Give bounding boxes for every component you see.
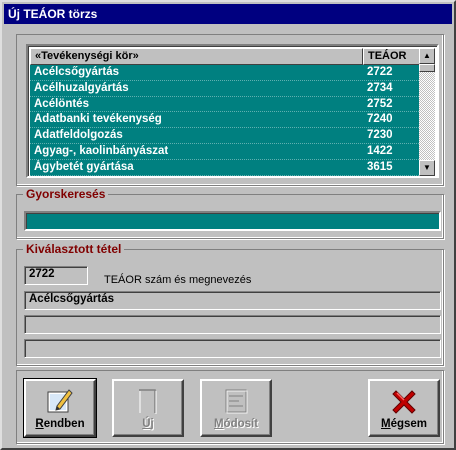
teaor-code-field[interactable]: 2722 [24, 266, 88, 285]
scroll-down-arrow-icon[interactable]: ▼ [419, 160, 435, 176]
teaor-code-cell: 2752 [367, 97, 393, 110]
cancel-button-label: Mégsem [380, 418, 428, 430]
activity-name-cell: Agyag-, kaolinbányászat [34, 144, 169, 157]
modify-button[interactable]: Módosít [200, 379, 272, 437]
list-scrollbar[interactable]: ▲ ▼ [419, 48, 435, 176]
search-group-label: Gyorskeresés [23, 187, 109, 201]
pencil-check-icon [47, 389, 73, 413]
ok-button[interactable]: Rendben [23, 378, 97, 438]
quick-search-input[interactable] [24, 211, 441, 231]
extra-field-1[interactable] [24, 315, 441, 334]
extra-field-2[interactable] [24, 339, 441, 358]
list-item[interactable]: Ágybetét gyártása 3615 [30, 160, 421, 176]
list-item[interactable]: Acélcsőgyártás 2722 [30, 65, 421, 81]
teaor-code-cell: 7230 [367, 129, 393, 142]
column-header-teaor[interactable]: TEÁOR [363, 48, 421, 65]
teaor-code-cell: 3615 [367, 160, 393, 173]
teaor-code-cell: 1422 [367, 144, 393, 157]
activity-name-cell: Adatfeldolgozás [34, 129, 123, 142]
column-header-activity[interactable]: «Tevékenységi kör» [30, 48, 363, 65]
activity-name-cell: Ágybetét gyártása [34, 160, 134, 173]
activity-name-cell: Acélcsőgyártás [34, 66, 120, 78]
scroll-up-arrow-icon[interactable]: ▲ [419, 48, 435, 64]
list-item[interactable]: Adatfeldolgozás 7230 [30, 128, 421, 144]
list-item[interactable]: Agyag-, kaolinbányászat 1422 [30, 144, 421, 160]
selected-item-group-label: Kiválasztott tétel [23, 242, 125, 256]
blank-page-icon [139, 389, 157, 414]
activity-name-cell: Acélhuzalgyártás [34, 81, 129, 94]
teaor-code-cell: 7240 [367, 113, 393, 126]
teaor-code-caption: TEÁOR szám és megnevezés [104, 274, 252, 286]
list-item[interactable]: Acélöntés 2752 [30, 97, 421, 113]
activity-list[interactable]: «Tevékenységi kör» TEÁOR Acélcsőgyártás 2… [26, 44, 439, 178]
teaor-code-cell: 2722 [367, 66, 393, 78]
activity-name-cell: Adatbanki tevékenység [34, 113, 162, 126]
ok-button-label: Rendben [35, 418, 85, 430]
list-rows: Acélcsőgyártás 2722 Acélhuzalgyártás 2734 Ac… [30, 65, 421, 176]
teaor-window: Új TEÁOR törzs «Tevékenységi kör» TEÁOR … [0, 0, 456, 450]
title-bar: Új TEÁOR törzs [4, 4, 452, 24]
cancel-button[interactable]: Mégsem [368, 379, 440, 437]
list-item[interactable]: Adatbanki tevékenység 7240 [30, 112, 421, 129]
new-button-label: Új [142, 418, 154, 430]
new-button[interactable]: Új [112, 379, 184, 437]
teaor-code-cell: 2734 [367, 81, 393, 94]
activity-name-field[interactable]: Acélcsőgyártás [24, 291, 441, 310]
modify-button-label: Módosít [213, 418, 259, 430]
activity-name-cell: Acélöntés [34, 97, 89, 110]
scroll-thumb[interactable] [419, 64, 435, 72]
list-header: «Tevékenységi kör» TEÁOR [30, 48, 421, 65]
red-x-icon [392, 390, 416, 414]
list-item[interactable]: Acélhuzalgyártás 2734 [30, 81, 421, 97]
edit-form-icon [225, 389, 248, 414]
